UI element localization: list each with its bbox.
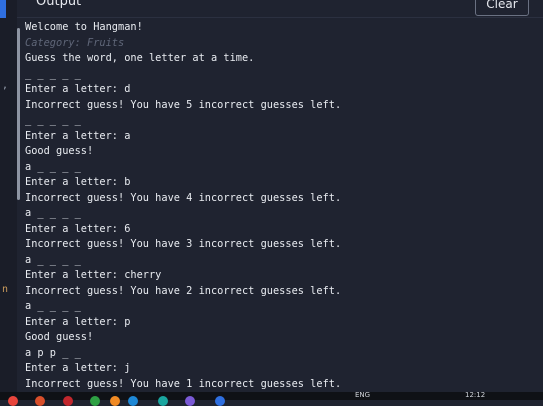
console-line: Enter a letter: b — [25, 176, 131, 188]
console-line: Enter a letter: j — [25, 362, 131, 374]
clear-button[interactable]: Clear — [475, 0, 529, 16]
app-icon-purple[interactable] — [185, 396, 195, 406]
console-line: Enter a letter: p — [25, 315, 131, 328]
taskbar-clock[interactable]: 12:12 — [465, 391, 485, 399]
app-icon-red[interactable] — [63, 396, 73, 406]
taskbar: ENG 12:12 — [0, 391, 543, 406]
vertical-scrollbar[interactable] — [17, 28, 20, 388]
console-line: Incorrect guess! You have 2 incorrect gu… — [25, 284, 342, 297]
console-line: a _ _ _ _ — [25, 253, 81, 266]
console-line: Incorrect guess! You have 3 incorrect gu… — [25, 238, 342, 250]
output-title: Output — [36, 0, 82, 9]
output-header: Output Clear — [17, 0, 543, 18]
console-line: Category: Fruits — [25, 36, 125, 49]
scrollbar-thumb[interactable] — [17, 28, 20, 200]
console-line: a p p _ _ — [25, 346, 81, 359]
console-line: a _ _ _ _ — [25, 207, 81, 219]
console-line: Incorrect guess! You have 4 incorrect gu… — [25, 191, 342, 204]
console-line: Enter a letter: d — [25, 83, 131, 95]
edge-icon[interactable] — [128, 396, 138, 406]
office-icon[interactable] — [35, 396, 45, 406]
app-icon-teal[interactable] — [158, 396, 168, 406]
console-line: Good guess! — [25, 331, 94, 343]
console-line: Welcome to Hangman! — [25, 21, 143, 33]
console-line: a _ _ _ _ — [25, 300, 81, 312]
gutter-glyph-comma: , — [2, 80, 9, 91]
chrome-icon[interactable] — [8, 396, 18, 406]
console-line: _ _ _ _ _ — [25, 67, 81, 80]
app-icon-blue[interactable] — [215, 396, 225, 406]
console-line: _ _ _ _ _ — [25, 114, 81, 126]
left-gutter: , n — [0, 0, 17, 392]
console-line: Guess the word, one letter at a time. — [25, 52, 255, 64]
app-icon-orange[interactable] — [110, 396, 120, 406]
console-line: Good guess! — [25, 145, 94, 157]
console-line: a _ _ _ _ — [25, 160, 81, 173]
active-tab-marker — [0, 0, 6, 18]
taskbar-language[interactable]: ENG — [355, 391, 370, 399]
console-line: Enter a letter: 6 — [25, 222, 131, 235]
console-line: Incorrect guess! You have 5 incorrect gu… — [25, 98, 342, 111]
gutter-glyph-n: n — [2, 284, 9, 295]
console-output: Welcome to Hangman! Category: Fruits Guess… — [25, 20, 535, 392]
console-line: Incorrect guess! You have 1 incorrect gu… — [25, 377, 342, 390]
console-line: Enter a letter: a — [25, 129, 131, 142]
app-icon-green[interactable] — [90, 396, 100, 406]
console-line: Enter a letter: cherry — [25, 269, 162, 281]
